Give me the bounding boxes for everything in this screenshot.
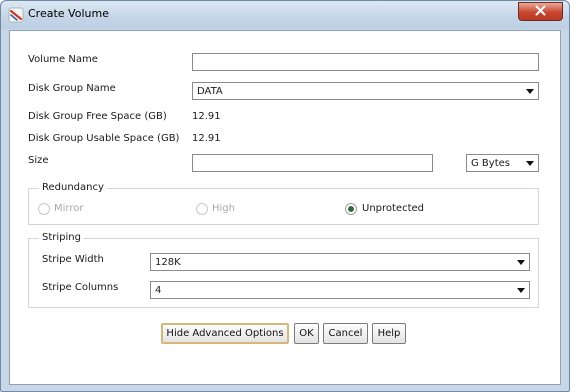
help-button[interactable]: Help — [372, 323, 406, 344]
redundancy-title: Redundancy — [39, 182, 107, 193]
stripe-columns-value: 4 — [155, 284, 162, 296]
volume-name-input[interactable] — [192, 53, 539, 71]
stripe-columns-select[interactable]: 4 — [150, 281, 530, 299]
usable-space-value: 12.91 — [192, 133, 221, 144]
radio-mirror-label: Mirror — [54, 203, 84, 214]
size-label: Size — [28, 155, 49, 166]
chevron-down-icon — [517, 288, 525, 293]
size-unit-select[interactable]: G Bytes — [466, 154, 539, 172]
ok-button[interactable]: OK — [294, 323, 319, 344]
chevron-down-icon — [517, 260, 525, 265]
title-bar[interactable]: Create Volume — [1, 1, 569, 29]
cancel-button[interactable]: Cancel — [323, 323, 368, 344]
volume-name-label: Volume Name — [28, 54, 98, 65]
disk-group-select[interactable]: DATA — [192, 82, 539, 100]
radio-mirror[interactable] — [38, 203, 50, 215]
window-title: Create Volume — [28, 7, 109, 20]
close-button[interactable] — [518, 2, 563, 21]
radio-unprotected-label: Unprotected — [362, 203, 425, 214]
disk-group-name-label: Disk Group Name — [28, 83, 116, 94]
striping-title: Striping — [39, 232, 84, 243]
dialog-content: Volume Name Disk Group Name DATA Disk Gr… — [9, 30, 561, 385]
stripe-columns-label: Stripe Columns — [42, 282, 119, 293]
oracle-app-icon — [8, 7, 24, 23]
stripe-width-value: 128K — [155, 256, 181, 268]
radio-high-label: High — [212, 203, 235, 214]
radio-high[interactable] — [196, 203, 208, 215]
chevron-down-icon — [526, 161, 534, 166]
free-space-label: Disk Group Free Space (GB) — [28, 111, 167, 122]
close-icon — [535, 5, 546, 19]
hide-advanced-options-button[interactable]: Hide Advanced Options — [161, 323, 289, 344]
radio-unprotected[interactable] — [345, 203, 357, 215]
create-volume-dialog: Create Volume Volume Name Disk Group Nam… — [0, 0, 570, 392]
stripe-width-select[interactable]: 128K — [150, 253, 530, 271]
stripe-width-label: Stripe Width — [42, 254, 104, 265]
usable-space-label: Disk Group Usable Space (GB) — [28, 133, 180, 144]
chevron-down-icon — [526, 89, 534, 94]
redundancy-group — [28, 188, 539, 225]
free-space-value: 12.91 — [192, 111, 221, 122]
size-input[interactable] — [192, 154, 433, 172]
size-unit-value: G Bytes — [471, 157, 510, 169]
disk-group-value: DATA — [197, 85, 223, 97]
